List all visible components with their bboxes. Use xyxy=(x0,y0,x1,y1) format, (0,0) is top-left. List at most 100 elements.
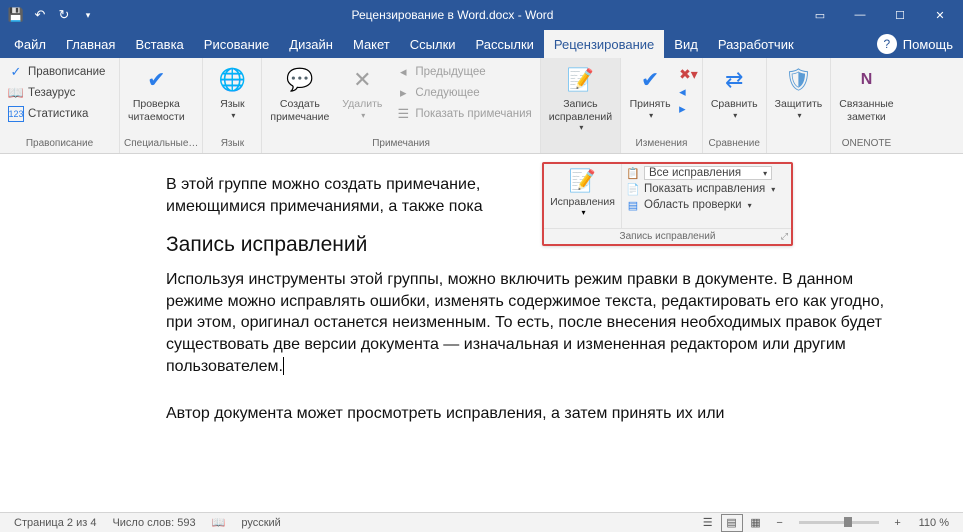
window-title: Рецензирование в Word.docx - Word xyxy=(104,8,801,22)
tab-layout[interactable]: Макет xyxy=(343,30,400,58)
spelling-button[interactable]: ✓Правописание xyxy=(4,62,109,82)
chevron-down-icon: ▾ xyxy=(763,169,767,178)
tab-review[interactable]: Рецензирование xyxy=(544,30,664,58)
protect-button[interactable]: 🛡 Защитить ▾ xyxy=(771,62,827,122)
track-changes-button[interactable]: 📝 Запись исправлений ▾ xyxy=(545,62,616,135)
chevron-down-icon: ▾ xyxy=(581,208,585,217)
chevron-down-icon: ▾ xyxy=(733,111,737,121)
zoom-level[interactable]: 110 % xyxy=(911,517,957,529)
zoom-slider[interactable] xyxy=(799,521,879,524)
group-comments: 💬 Создать примечание ✕ Удалить ▾ ◂Предыд… xyxy=(262,58,540,153)
chevron-down-icon: ▾ xyxy=(797,111,801,121)
prev-change-icon[interactable]: ◂ xyxy=(679,84,698,100)
proof-icon: 📖 xyxy=(212,516,226,529)
statistics-button[interactable]: 123Статистика xyxy=(4,104,109,124)
tab-design[interactable]: Дизайн xyxy=(279,30,343,58)
close-icon[interactable]: ✕ xyxy=(921,1,959,29)
chevron-down-icon: ▾ xyxy=(748,201,752,210)
group-changes-label: Изменения xyxy=(625,136,698,151)
show-comments-icon: ☰ xyxy=(395,106,411,122)
group-language: 🌐 Язык ▾ Язык xyxy=(203,58,262,153)
reject-icon[interactable]: ✖▾ xyxy=(679,66,698,83)
tab-file[interactable]: Файл xyxy=(4,30,56,58)
compare-button[interactable]: ⇄ Сравнить ▾ xyxy=(707,62,762,122)
group-onenote: N Связанные заметки ONENOTE xyxy=(831,58,901,153)
statusbar: Страница 2 из 4 Число слов: 593 📖 русски… xyxy=(0,512,963,532)
group-accessibility-label: Специальные… xyxy=(124,136,198,151)
check-accessibility-button[interactable]: ✔ Проверка читаемости xyxy=(124,62,189,125)
redo-icon[interactable]: ↻ xyxy=(56,7,72,23)
language-button[interactable]: 🌐 Язык ▾ xyxy=(207,62,257,122)
zoom-out-icon[interactable]: − xyxy=(769,514,791,532)
spellcheck-icon: ✓ xyxy=(8,64,24,80)
new-comment-button[interactable]: 💬 Создать примечание xyxy=(266,62,333,125)
group-protect: 🛡 Защитить ▾ xyxy=(767,58,832,153)
tab-insert[interactable]: Вставка xyxy=(125,30,193,58)
delete-comment-button[interactable]: ✕ Удалить ▾ xyxy=(337,62,387,122)
chevron-down-icon: ▾ xyxy=(579,123,583,133)
reviewing-pane-dropdown[interactable]: ▤ Область проверки ▾ xyxy=(626,198,787,212)
tab-view[interactable]: Вид xyxy=(664,30,708,58)
group-comments-label: Примечания xyxy=(266,136,535,151)
compare-icon: ⇄ xyxy=(718,64,750,96)
document-icon: 📄 xyxy=(626,182,640,196)
document-area[interactable]: В этой группе можно создать примечание, … xyxy=(0,154,963,512)
ribbon-tabs: Файл Главная Вставка Рисование Дизайн Ма… xyxy=(0,30,963,58)
prev-comment-button[interactable]: ◂Предыдущее xyxy=(391,62,535,82)
maximize-icon[interactable]: ☐ xyxy=(881,1,919,29)
group-tracking: 📝 Запись исправлений ▾ xyxy=(541,58,621,153)
tab-references[interactable]: Ссылки xyxy=(400,30,466,58)
language-status[interactable]: русский xyxy=(233,517,288,529)
group-tracking-label xyxy=(545,147,616,151)
group-protect-label xyxy=(771,147,827,151)
accept-icon: ✔ xyxy=(634,64,666,96)
group-compare: ⇄ Сравнить ▾ Сравнение xyxy=(703,58,767,153)
help-icon: ? xyxy=(877,34,897,54)
tracking-callout: 📝 Исправления ▾ 📋 Все исправления▾ 📄 Пок… xyxy=(542,162,793,246)
tab-draw[interactable]: Рисование xyxy=(194,30,279,58)
delete-icon: ✕ xyxy=(346,64,378,96)
text-cursor xyxy=(283,357,284,375)
spellcheck-status[interactable]: 📖 xyxy=(204,516,234,529)
next-change-icon[interactable]: ▸ xyxy=(679,101,698,117)
accept-button[interactable]: ✔ Принять ▾ xyxy=(625,62,675,122)
tab-home[interactable]: Главная xyxy=(56,30,125,58)
doc-paragraph: Автор документа может просмотреть исправ… xyxy=(166,403,903,425)
minimize-icon[interactable]: — xyxy=(841,1,879,29)
print-layout-icon[interactable]: ▤ xyxy=(721,514,743,532)
ribbon: ✓Правописание 📖Тезаурус 123Статистика Пр… xyxy=(0,58,963,154)
thesaurus-button[interactable]: 📖Тезаурус xyxy=(4,83,109,103)
group-compare-label: Сравнение xyxy=(707,136,762,151)
tab-developer[interactable]: Разработчик xyxy=(708,30,804,58)
web-layout-icon[interactable]: ▦ xyxy=(745,514,767,532)
group-proofing: ✓Правописание 📖Тезаурус 123Статистика Пр… xyxy=(0,58,120,153)
doc-paragraph: Используя инструменты этой группы, можно… xyxy=(166,269,903,377)
qat-customize-icon[interactable]: ▾ xyxy=(80,7,96,23)
next-comment-button[interactable]: ▸Следующее xyxy=(391,83,535,103)
next-icon: ▸ xyxy=(395,85,411,101)
titlebar: 💾 ↶ ↻ ▾ Рецензирование в Word.docx - Wor… xyxy=(0,0,963,30)
tab-mailings[interactable]: Рассылки xyxy=(466,30,544,58)
comment-icon: 💬 xyxy=(284,64,316,96)
group-accessibility: ✔ Проверка читаемости Специальные… xyxy=(120,58,203,153)
save-icon[interactable]: 💾 xyxy=(8,7,24,23)
chevron-down-icon: ▾ xyxy=(771,185,775,194)
dialog-launcher-icon[interactable]: ⤢ xyxy=(781,231,788,242)
shield-icon: 🛡 xyxy=(782,64,814,96)
group-language-label: Язык xyxy=(207,136,257,151)
show-comments-button[interactable]: ☰Показать примечания xyxy=(391,104,535,124)
show-markup-dropdown[interactable]: 📄 Показать исправления ▾ xyxy=(626,182,787,196)
globe-icon: 🌐 xyxy=(216,64,248,96)
zoom-thumb[interactable] xyxy=(844,517,852,527)
help-button[interactable]: ? Помощь xyxy=(867,34,963,54)
zoom-in-icon[interactable]: + xyxy=(887,514,909,532)
page-indicator[interactable]: Страница 2 из 4 xyxy=(6,517,104,529)
undo-icon[interactable]: ↶ xyxy=(32,7,48,23)
ribbon-display-icon[interactable]: ▭ xyxy=(801,1,839,29)
callout-group-label: Запись исправлений ⤢ xyxy=(544,228,791,244)
onenote-button[interactable]: N Связанные заметки xyxy=(835,62,897,125)
read-mode-icon[interactable]: ☰ xyxy=(697,514,719,532)
group-proofing-label: Правописание xyxy=(4,136,115,151)
display-for-review-dropdown[interactable]: 📋 Все исправления▾ xyxy=(626,166,787,180)
word-count[interactable]: Число слов: 593 xyxy=(104,517,203,529)
